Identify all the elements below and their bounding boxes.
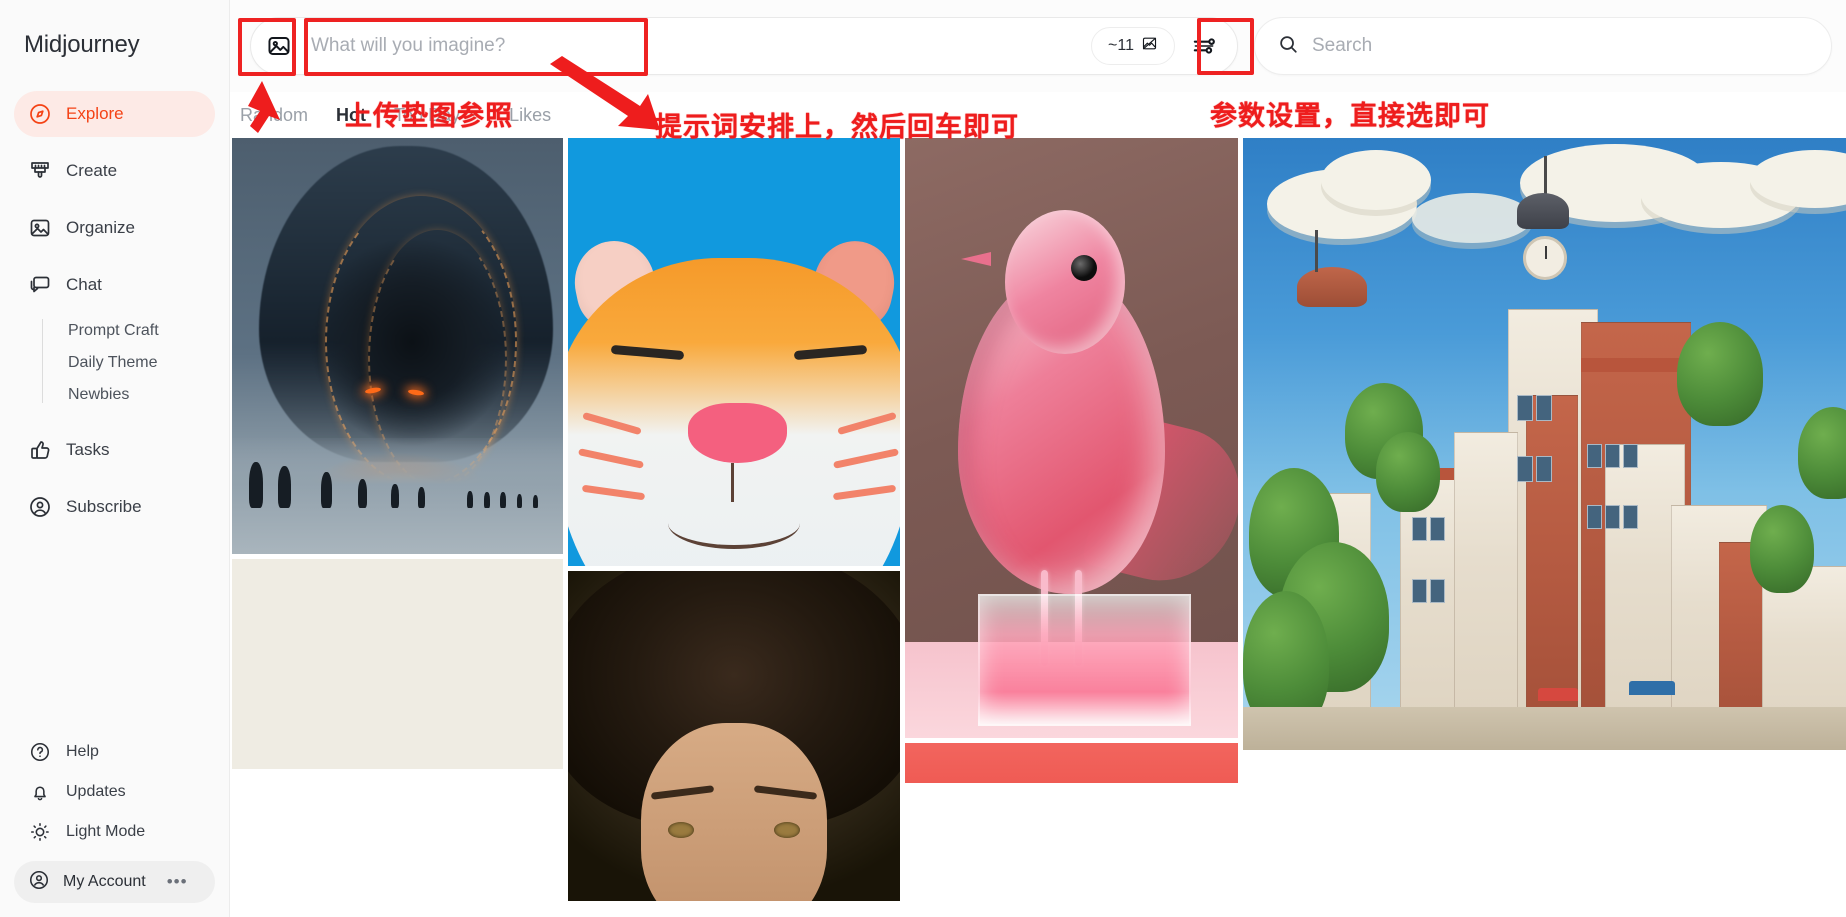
sidebar-item-newbies[interactable]: Newbies xyxy=(50,379,215,411)
more-options-icon[interactable]: ••• xyxy=(167,872,188,892)
gallery-column xyxy=(904,138,1238,917)
glass-bird-artwork[interactable] xyxy=(904,138,1238,738)
chat-subnav: Prompt Craft Daily Theme Newbies xyxy=(14,315,215,411)
settings-button[interactable] xyxy=(1181,23,1227,69)
search-input[interactable] xyxy=(1312,35,1809,57)
imagine-input[interactable] xyxy=(301,35,1092,57)
tab-top-day[interactable]: Top Day xyxy=(394,105,481,126)
sidebar-item-updates[interactable]: Updates xyxy=(14,773,215,811)
sidebar-item-label: Updates xyxy=(66,783,126,800)
coral-strip-artwork[interactable] xyxy=(904,743,1238,783)
brand-title: Midjourney xyxy=(24,31,140,58)
sidebar-item-label: Create xyxy=(66,161,118,180)
sidebar-item-label: Chat xyxy=(66,275,102,294)
sidebar-item-help[interactable]: Help xyxy=(14,733,215,771)
sidebar-item-daily-theme[interactable]: Daily Theme xyxy=(50,347,215,379)
primary-nav: Explore Create Organize Chat Prompt Craf… xyxy=(0,91,229,530)
sidebar-item-label: Tasks xyxy=(66,440,110,459)
sidebar-item-chat[interactable]: Chat xyxy=(14,262,215,308)
credits-badge[interactable]: ~11 xyxy=(1091,27,1175,65)
sidebar-item-subscribe[interactable]: Subscribe xyxy=(14,484,215,530)
sidebar-item-label: Subscribe xyxy=(66,497,142,516)
imagine-bar: ~11 xyxy=(250,17,1238,75)
my-account-label: My Account xyxy=(63,873,146,890)
midjourney-app: Midjourney Explore Create Organize Chat … xyxy=(0,0,1846,917)
anime-cityscape-artwork[interactable] xyxy=(1242,138,1846,750)
sun-icon xyxy=(28,820,52,844)
sidebar-item-create[interactable]: Create xyxy=(14,148,215,194)
help-circle-icon xyxy=(28,740,52,764)
gallery-column xyxy=(568,138,900,917)
tab-top-day-label: Top Day xyxy=(394,104,461,125)
search-bar xyxy=(1254,17,1832,75)
chevron-down-icon xyxy=(466,105,481,126)
filter-tabs: Random Hot Top Day Likes xyxy=(230,92,1846,138)
sidebar: Midjourney Explore Create Organize Chat … xyxy=(0,0,230,917)
tab-likes[interactable]: Likes xyxy=(509,105,551,126)
top-toolbar: ~11 xyxy=(230,0,1846,92)
tiger-face-artwork[interactable] xyxy=(568,138,900,566)
avatar-icon xyxy=(28,869,50,896)
sidebar-item-explore[interactable]: Explore xyxy=(14,91,215,137)
sidebar-item-label: Help xyxy=(66,743,99,760)
sidebar-item-label: Light Mode xyxy=(66,823,146,840)
sidebar-item-organize[interactable]: Organize xyxy=(14,205,215,251)
search-icon xyxy=(1277,33,1299,60)
giant-creature-artwork[interactable] xyxy=(232,138,564,554)
sidebar-item-label: Organize xyxy=(66,218,135,237)
sidebar-bottom-nav: Help Updates Light Mode My Account ••• xyxy=(0,733,229,917)
portrait-artwork[interactable] xyxy=(568,571,900,901)
tab-random[interactable]: Random xyxy=(240,105,308,126)
sidebar-item-tasks[interactable]: Tasks xyxy=(14,427,215,473)
user-circle-icon xyxy=(28,495,52,519)
thumbs-up-icon xyxy=(28,438,52,462)
chat-icon xyxy=(28,273,52,297)
tab-hot[interactable]: Hot xyxy=(336,105,366,126)
brush-icon xyxy=(28,159,52,183)
image-upload-button[interactable] xyxy=(257,24,301,68)
credits-value: ~11 xyxy=(1108,37,1134,54)
sidebar-item-label: Explore xyxy=(66,104,124,123)
compass-icon xyxy=(28,102,52,126)
cream-blank-artwork[interactable] xyxy=(232,559,564,769)
gallery-column xyxy=(1242,138,1846,917)
my-account-button[interactable]: My Account ••• xyxy=(14,861,215,903)
image-icon xyxy=(28,216,52,240)
main-content: ~11 xyxy=(230,0,1846,917)
sidebar-item-light-mode[interactable]: Light Mode xyxy=(14,813,215,851)
image-badge-icon xyxy=(1141,35,1158,57)
sidebar-item-prompt-craft[interactable]: Prompt Craft xyxy=(50,315,215,347)
image-gallery xyxy=(230,138,1846,917)
bell-icon xyxy=(28,780,52,804)
gallery-column xyxy=(232,138,564,917)
